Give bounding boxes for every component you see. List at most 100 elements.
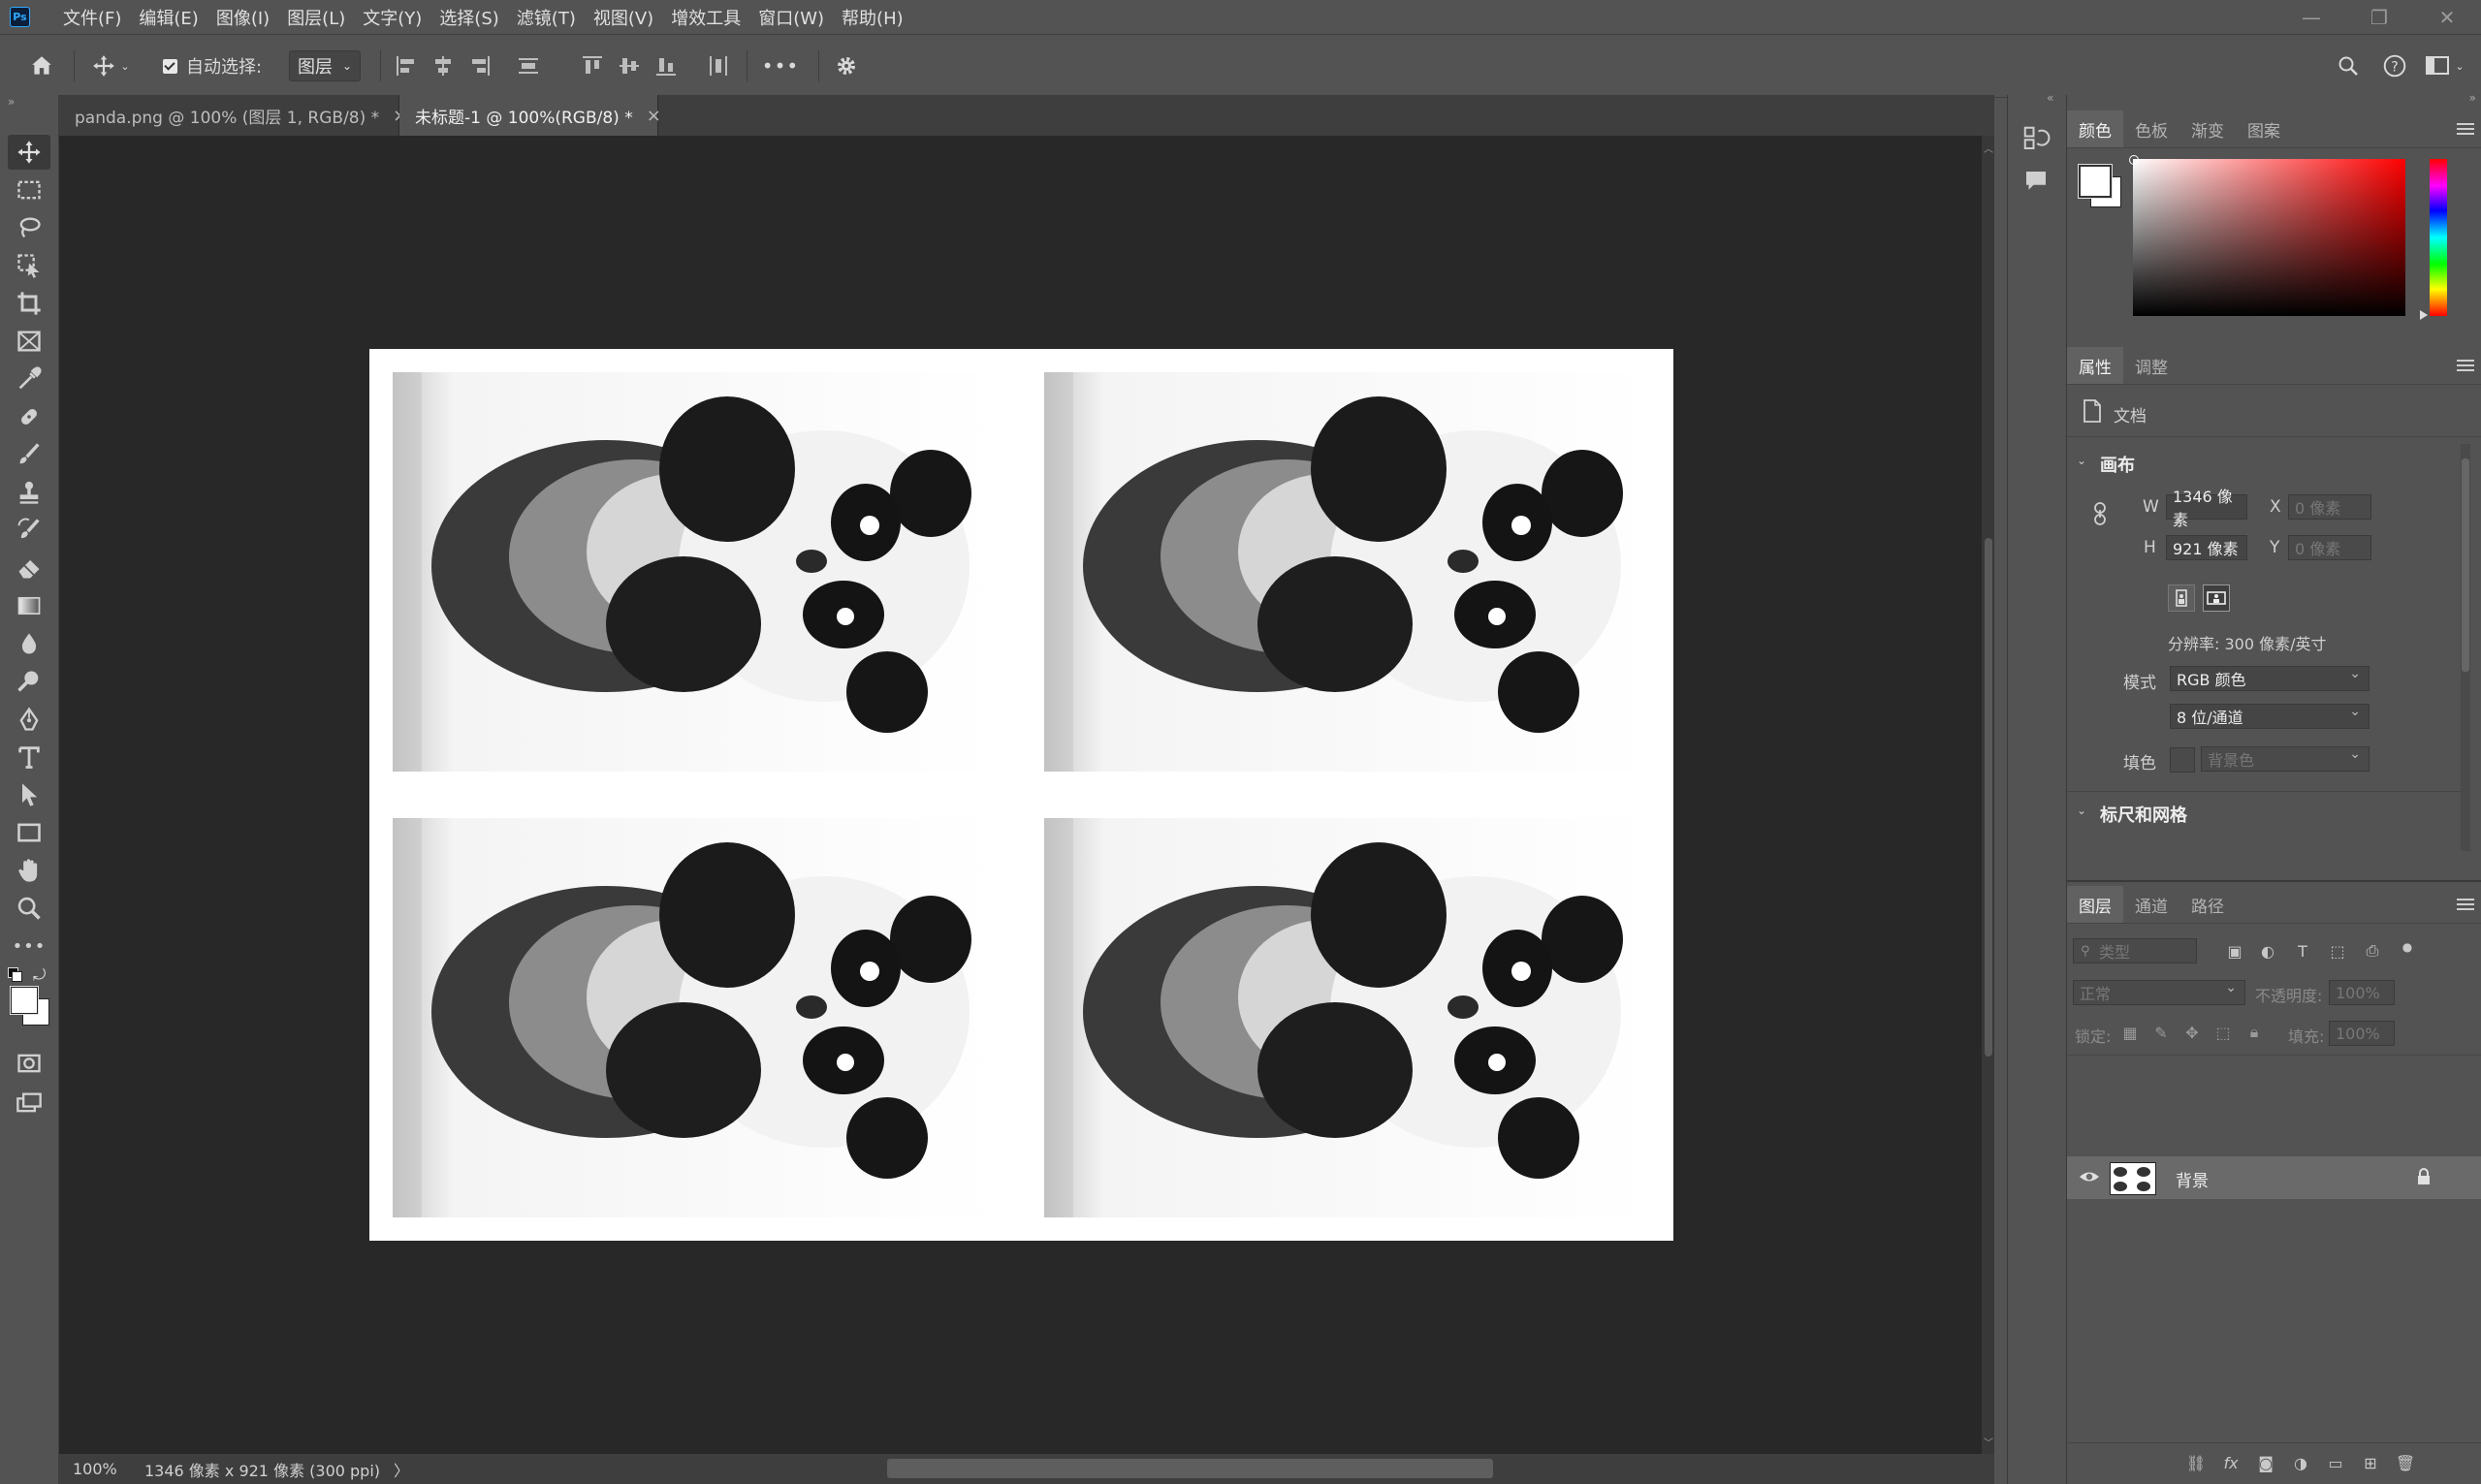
layer-row[interactable]: 背景 (2067, 1156, 2481, 1199)
collapse-panels-icon[interactable]: » (2469, 91, 2476, 105)
marquee-tool-icon[interactable] (8, 173, 50, 207)
swap-colors-icon[interactable]: ⤾ (33, 965, 46, 985)
restore-icon[interactable]: ❐ (2345, 0, 2413, 34)
default-colors-icon[interactable] (8, 967, 22, 982)
fg-bg-swatch[interactable] (2077, 163, 2123, 209)
history-panel-icon[interactable] (2021, 124, 2052, 155)
tab-close-icon[interactable]: × (647, 106, 661, 126)
menu-layer[interactable]: 图层(L) (287, 5, 345, 30)
stamp-tool-icon[interactable] (8, 475, 50, 510)
move-tool-preset-icon[interactable]: ⌄ (83, 35, 138, 97)
fill-dropdown[interactable]: 背景色 (2201, 746, 2370, 772)
canvas-section-header[interactable]: 画布 (2100, 452, 2135, 477)
tab-gradients[interactable]: 渐变 (2179, 111, 2236, 147)
scroll-up-icon[interactable]: ︿ (1984, 141, 1993, 155)
menu-plugins[interactable]: 增效工具 (671, 5, 741, 30)
align-horizontal-center-icon[interactable] (429, 35, 458, 97)
tab-layers[interactable]: 图层 (2067, 886, 2123, 923)
help-icon[interactable]: ? (2377, 35, 2412, 97)
delete-layer-icon[interactable]: 🗑︎ (2395, 1452, 2416, 1473)
opacity-field[interactable]: 100% (2329, 980, 2395, 1005)
quick-mask-icon[interactable] (8, 1046, 50, 1081)
gradient-tool-icon[interactable] (8, 588, 50, 623)
hue-slider[interactable] (2430, 159, 2447, 316)
lock-position-icon[interactable]: ✥ (2181, 1022, 2203, 1043)
status-arrow-icon[interactable]: 〉 (394, 1458, 409, 1481)
rulers-grids-header[interactable]: 标尺和网格 (2100, 802, 2187, 827)
scroll-down-icon[interactable]: ﹀ (1984, 1435, 1993, 1449)
x-field[interactable]: 0 像素 (2288, 494, 2371, 520)
horizontal-scroll-thumb[interactable] (887, 1459, 1493, 1478)
link-layers-icon[interactable]: ⛓ (2185, 1452, 2207, 1473)
auto-select-target-dropdown[interactable]: 图层 ⌄ (285, 35, 365, 97)
align-left-icon[interactable] (392, 35, 421, 97)
tab-adjustments[interactable]: 调整 (2123, 347, 2179, 384)
document-canvas[interactable] (369, 349, 1673, 1241)
add-mask-icon[interactable]: ◙ (2255, 1452, 2276, 1473)
tab-swatches[interactable]: 色板 (2123, 111, 2179, 147)
workspace-switcher-icon[interactable]: ⌄ (2420, 35, 2470, 97)
menu-view[interactable]: 视图(V) (593, 5, 653, 30)
align-right-icon[interactable] (465, 35, 494, 97)
lock-transparent-icon[interactable]: ▦ (2119, 1022, 2141, 1043)
width-field[interactable]: 1346 像素 (2166, 488, 2247, 529)
adjustment-layer-icon[interactable]: ◑ (2290, 1452, 2311, 1473)
panel-menu-icon[interactable] (2457, 357, 2474, 374)
tab-paths[interactable]: 路径 (2179, 886, 2236, 923)
menu-type[interactable]: 文字(Y) (363, 5, 422, 30)
history-brush-tool-icon[interactable] (8, 513, 50, 548)
crop-tool-icon[interactable] (8, 286, 50, 321)
panel-menu-icon[interactable] (2457, 120, 2474, 138)
expand-toolbar-icon[interactable]: » (8, 95, 15, 109)
dodge-tool-icon[interactable] (8, 664, 50, 699)
height-field[interactable]: 921 像素 (2166, 535, 2247, 560)
menu-filter[interactable]: 滤镜(T) (517, 5, 576, 30)
properties-scroll-thumb[interactable] (2462, 458, 2469, 672)
mode-dropdown[interactable]: RGB 颜色 (2170, 666, 2370, 691)
search-icon[interactable] (2331, 35, 2366, 97)
align-bottom-icon[interactable] (652, 35, 681, 97)
tab-patterns[interactable]: 图案 (2236, 111, 2292, 147)
layer-filter-dropdown[interactable]: 类型 (2073, 938, 2197, 963)
fill-field[interactable]: 100% (2329, 1021, 2395, 1046)
gear-icon[interactable] (828, 35, 865, 97)
filter-shape-icon[interactable]: ⬚ (2327, 940, 2348, 962)
chevron-down-icon[interactable]: ⌄ (2077, 454, 2086, 467)
blur-tool-icon[interactable] (8, 626, 50, 661)
lock-artboard-icon[interactable]: ⬚ (2212, 1022, 2234, 1043)
y-field[interactable]: 0 像素 (2288, 535, 2371, 560)
blend-mode-dropdown[interactable]: 正常 (2073, 980, 2245, 1005)
path-selection-tool-icon[interactable] (8, 777, 50, 812)
eyedropper-tool-icon[interactable] (8, 362, 50, 396)
menu-file[interactable]: 文件(F) (63, 5, 121, 30)
frame-tool-icon[interactable] (8, 324, 50, 359)
lasso-tool-icon[interactable] (8, 210, 50, 245)
new-layer-icon[interactable]: ⊞ (2360, 1452, 2381, 1473)
new-group-icon[interactable]: ▭ (2325, 1452, 2346, 1473)
collapse-icon[interactable]: « (2047, 91, 2053, 105)
hue-slider-marker[interactable] (2420, 310, 2428, 320)
tab-color[interactable]: 颜色 (2067, 111, 2123, 147)
canvas-area[interactable] (59, 136, 1982, 1454)
screen-mode-icon[interactable] (8, 1086, 50, 1121)
landscape-orientation-icon[interactable] (2203, 584, 2230, 612)
zoom-level[interactable]: 100% (73, 1460, 135, 1478)
distribute-horizontal-icon[interactable] (704, 35, 733, 97)
filter-pixel-icon[interactable]: ▣ (2224, 940, 2245, 962)
object-selection-tool-icon[interactable] (8, 248, 50, 283)
fill-color-swatch[interactable] (2170, 747, 2195, 773)
distribute-vertical-icon[interactable] (514, 35, 543, 97)
color-field[interactable] (2133, 159, 2405, 316)
menu-image[interactable]: 图像(I) (216, 5, 270, 30)
filter-smart-object-icon[interactable]: ⎙ (2362, 940, 2383, 962)
edit-toolbar-icon[interactable]: ••• (8, 929, 50, 963)
color-swatches[interactable] (9, 985, 53, 1027)
layer-style-icon[interactable]: fx (2220, 1452, 2242, 1473)
rectangle-tool-icon[interactable] (8, 815, 50, 850)
align-vertical-center-icon[interactable] (615, 35, 644, 97)
eraser-tool-icon[interactable] (8, 551, 50, 585)
bit-depth-dropdown[interactable]: 8 位/通道 (2170, 704, 2370, 729)
zoom-tool-icon[interactable] (8, 891, 50, 926)
auto-select-checkbox[interactable] (159, 35, 180, 97)
lock-all-icon[interactable]: 🔒︎ (2243, 1022, 2265, 1043)
